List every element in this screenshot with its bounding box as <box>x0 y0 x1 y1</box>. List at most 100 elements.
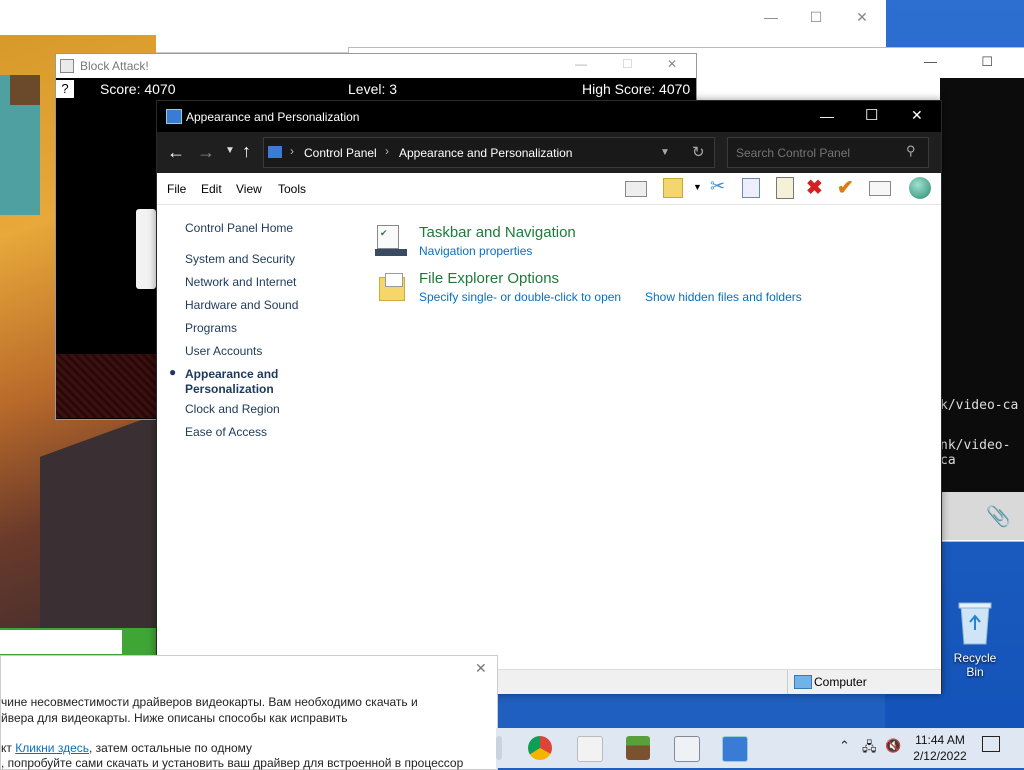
block-attack-titlebar: Block Attack! — ☐ ✕ <box>56 54 696 78</box>
clock-date: 2/12/2022 <box>913 749 967 763</box>
link-specify-click[interactable]: Specify single- or double-click to open <box>419 290 621 304</box>
dialog-text-line: йвера для видеокарты. Ниже описаны спосо… <box>1 711 348 725</box>
sidebar-item-hardware-and-sound[interactable]: Hardware and Sound <box>185 298 298 312</box>
chevron-down-icon[interactable]: ▼ <box>660 147 670 158</box>
sidebar-item-network-and-internet[interactable]: Network and Internet <box>185 275 296 289</box>
menu-view[interactable]: View <box>236 182 262 196</box>
score-bar: ? Score: 4070 Level: 3 High Score: 4070 <box>56 78 696 100</box>
maximize-icon[interactable]: ☐ <box>622 57 633 71</box>
dialog-text-fragment: кт <box>1 741 16 755</box>
close-icon[interactable]: ✕ <box>911 107 923 124</box>
taskbar-navigation-icon: ✔ <box>375 225 407 257</box>
sidebar-item-appearance-and-personalization[interactable]: Appearance and Personalization <box>185 367 295 397</box>
search-box[interactable]: ⚲ <box>727 137 929 168</box>
minimize-icon[interactable]: — <box>758 9 784 27</box>
control-panel-titlebar: Appearance and Personalization — ☐ ✕ <box>157 101 941 132</box>
minimize-icon[interactable]: — <box>924 54 937 69</box>
maximize-icon[interactable]: ☐ <box>803 9 829 27</box>
menu-tools[interactable]: Tools <box>278 182 306 196</box>
search-input[interactable] <box>734 144 898 162</box>
dialog-text-line: кт Кликни здесь, затем остальные по одно… <box>1 741 252 755</box>
control-panel-icon <box>166 109 182 124</box>
minimize-icon[interactable]: — <box>575 57 587 71</box>
breadcrumb-item[interactable]: Appearance and Personalization <box>399 146 572 160</box>
window-title: Appearance and Personalization <box>186 110 360 124</box>
control-panel-taskbar-icon[interactable] <box>722 736 748 762</box>
click-here-link[interactable]: Кликни здесь <box>15 741 89 755</box>
maximize-icon[interactable]: ☐ <box>865 106 878 124</box>
block-attack-taskbar-icon[interactable] <box>674 736 700 762</box>
search-icon: ⚲ <box>906 143 916 158</box>
checkmark-icon[interactable]: ✔ <box>837 175 854 200</box>
driver-info-dialog: ✕ чине несовместимости драйверов видеока… <box>0 655 498 770</box>
recycle-bin-label: Recycle Bin <box>953 651 997 679</box>
notifications-icon[interactable] <box>982 736 1000 752</box>
menu-bar: File Edit View Tools ▼ ✂ ✖ ✔ <box>157 173 941 205</box>
recent-locations-icon[interactable]: ▼ <box>225 145 235 156</box>
chevron-up-icon[interactable]: ⌃ <box>839 738 850 754</box>
category-title-file-explorer-options[interactable]: File Explorer Options <box>419 270 559 287</box>
paste-icon[interactable] <box>776 177 794 199</box>
maximize-icon[interactable]: ☐ <box>981 54 993 70</box>
minecraft-icon[interactable] <box>626 736 650 760</box>
help-button[interactable]: ? <box>56 80 74 98</box>
globe-icon[interactable] <box>909 177 931 199</box>
game-blocks <box>56 354 156 418</box>
copy-icon[interactable] <box>742 178 760 198</box>
menu-edit[interactable]: Edit <box>201 182 222 196</box>
terminal-panel: k/video-ca nk/video-ca <box>940 78 1024 492</box>
high-score-text: High Score: 4070 <box>582 81 691 97</box>
close-icon[interactable]: ✕ <box>475 660 487 677</box>
link-navigation-properties[interactable]: Navigation properties <box>419 244 532 258</box>
recycle-bin-icon <box>958 602 992 645</box>
close-icon[interactable]: ✕ <box>849 9 875 27</box>
sidebar-item-ease-of-access[interactable]: Ease of Access <box>185 425 267 439</box>
dialog-text-fragment: , затем остальные по одному <box>89 741 253 755</box>
panes-icon[interactable] <box>625 181 647 197</box>
properties-icon[interactable] <box>869 181 891 196</box>
right-toolbar: 📎 <box>940 492 1024 540</box>
minimize-icon[interactable]: — <box>820 108 834 124</box>
terminal-line: k/video-ca <box>940 398 1019 413</box>
sidebar-item-programs[interactable]: Programs <box>185 321 237 335</box>
forward-arrow-icon[interactable]: → <box>197 142 215 163</box>
active-bullet-icon: ● <box>169 365 177 379</box>
clock-time: 11:44 AM <box>915 733 965 747</box>
browser-input[interactable] <box>0 630 122 654</box>
paperclip-icon[interactable]: 📎 <box>986 504 1011 529</box>
up-arrow-icon[interactable]: ↑ <box>242 141 251 162</box>
terminal-line: nk/video-ca <box>940 438 1011 468</box>
cut-icon[interactable]: ✂ <box>710 176 725 197</box>
address-bar[interactable]: › Control Panel › Appearance and Persona… <box>263 137 715 168</box>
breadcrumb-item[interactable]: Control Panel <box>304 146 377 160</box>
back-arrow-icon[interactable]: ← <box>167 142 185 163</box>
app-icon <box>60 59 74 73</box>
taskbar-app-icon[interactable] <box>496 736 502 760</box>
views-icon[interactable] <box>663 178 683 198</box>
recycle-bin[interactable]: Recycle Bin <box>944 600 1006 679</box>
chevron-right-icon: › <box>385 144 389 158</box>
sidebar-item-user-accounts[interactable]: User Accounts <box>185 344 262 358</box>
control-panel-window: Appearance and Personalization — ☐ ✕ ← →… <box>156 100 942 694</box>
computer-icon <box>794 675 812 689</box>
control-panel-icon <box>268 146 282 158</box>
chevron-down-icon[interactable]: ▼ <box>693 182 702 192</box>
category-title-taskbar-navigation[interactable]: Taskbar and Navigation <box>419 224 576 241</box>
close-icon[interactable]: ✕ <box>667 57 677 71</box>
refresh-icon[interactable]: ↻ <box>692 143 705 161</box>
java-icon[interactable] <box>577 736 603 762</box>
network-icon[interactable]: 🖧 <box>862 738 877 760</box>
level-text: Level: 3 <box>348 81 398 97</box>
clock[interactable]: 11:44 AM 2/12/2022 <box>908 732 972 764</box>
sidebar-item-system-and-security[interactable]: System and Security <box>185 252 295 266</box>
chevron-right-icon: › <box>290 144 294 158</box>
chrome-icon[interactable] <box>528 736 552 760</box>
menu-file[interactable]: File <box>167 182 186 196</box>
taskbar: ⌃ 🖧 🔇 11:44 AM 2/12/2022 <box>496 728 1024 768</box>
sidebar-item-clock-and-region[interactable]: Clock and Region <box>185 402 280 416</box>
volume-muted-icon[interactable]: 🔇 <box>885 738 901 754</box>
score-text: Score: 4070 <box>100 81 176 97</box>
link-show-hidden-files[interactable]: Show hidden files and folders <box>645 290 802 304</box>
sidebar-home-link[interactable]: Control Panel Home <box>185 219 293 237</box>
delete-icon[interactable]: ✖ <box>806 175 823 200</box>
